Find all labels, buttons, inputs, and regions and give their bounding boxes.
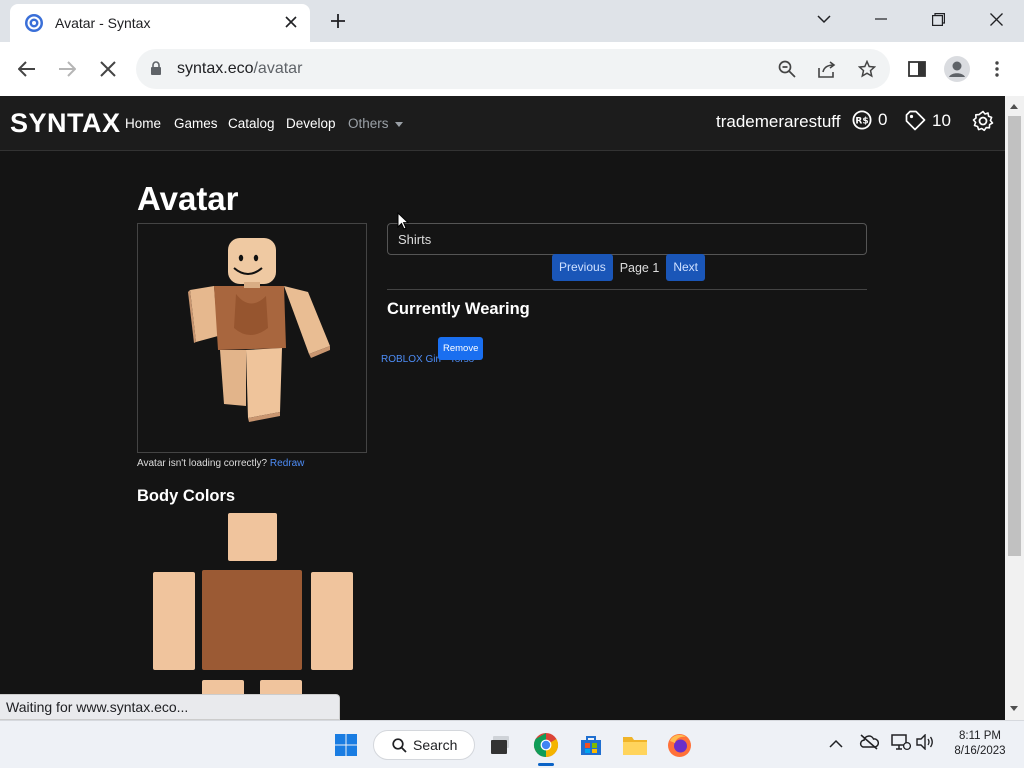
inventory-pager: Previous Page 1 Next [552,254,705,281]
nav-others-dropdown[interactable]: Others [348,116,403,131]
remove-item-button[interactable]: Remove [438,337,484,360]
mouse-cursor-icon [397,212,409,230]
page-number: Page 1 [619,260,660,275]
body-color-left-arm[interactable] [311,572,353,670]
minimize-button[interactable] [858,4,904,34]
svg-text:R$: R$ [855,117,868,127]
bookmark-star-icon[interactable] [856,58,878,80]
tab-search-chevron-icon[interactable] [801,4,847,34]
show-hidden-icons-chevron-icon[interactable] [829,735,843,753]
browser-tab[interactable]: Avatar - Syntax [10,4,310,42]
firefox-icon[interactable] [665,731,693,759]
onedrive-offline-icon[interactable] [859,734,879,755]
nav-games[interactable]: Games [174,116,218,131]
currently-wearing-title: Currently Wearing [387,300,530,318]
tab-strip: Avatar - Syntax [0,0,1024,42]
syntax-favicon-icon [25,14,43,32]
restore-button[interactable] [915,4,961,34]
section-divider [387,289,867,290]
browser-toolbar: syntax.eco/avatar [0,42,1024,96]
back-button[interactable] [13,55,41,83]
page-scrollbar[interactable] [1005,96,1024,720]
site-navbar: SYNTAX Home Games Catalog Develop Others… [0,96,1005,151]
username[interactable]: trademerarestuff [716,112,840,132]
zoom-out-icon[interactable] [776,58,798,80]
profile-avatar-icon[interactable] [943,55,971,83]
avatar-render [137,223,367,453]
clock-date: 8/16/2023 [954,745,1006,757]
share-icon[interactable] [816,58,838,80]
lock-icon[interactable] [150,61,162,76]
tickets-count: 10 [932,110,951,130]
system-clock[interactable]: 8:11 PM 8/16/2023 [942,729,1018,759]
body-color-head[interactable] [228,513,277,561]
network-icon[interactable] [891,734,912,756]
avatar-character-image [188,238,330,422]
address-bar[interactable]: syntax.eco/avatar [136,49,890,89]
url-text[interactable]: syntax.eco/avatar [177,60,302,78]
scroll-down-arrow-icon[interactable] [1010,706,1018,711]
scroll-up-arrow-icon[interactable] [1010,104,1018,109]
forward-button[interactable] [53,55,81,83]
scrollbar-thumb[interactable] [1008,116,1021,556]
body-colors-title: Body Colors [137,487,236,505]
active-app-indicator [538,763,554,766]
body-color-torso[interactable] [202,570,302,670]
site-logo[interactable]: SYNTAX [10,108,121,139]
stop-loading-button[interactable] [94,55,122,83]
close-window-button[interactable] [973,4,1019,34]
microsoft-store-icon[interactable] [577,731,605,759]
volume-icon[interactable] [916,733,934,755]
search-icon [392,737,407,753]
file-explorer-icon[interactable] [621,731,649,759]
robux-icon: R$ [852,110,872,130]
clock-time: 8:11 PM [959,730,1001,742]
previous-page-button[interactable]: Previous [552,254,613,281]
tab-title: Avatar - Syntax [55,15,151,31]
windows-start-icon[interactable] [332,731,360,759]
robux-balance[interactable]: R$ 0 [852,110,887,130]
taskbar-search[interactable]: Search [373,730,475,760]
ticket-icon [905,110,926,131]
body-color-right-arm[interactable] [153,572,195,670]
tab-close-icon[interactable] [280,12,302,34]
status-bubble: Waiting for www.syntax.eco... [0,694,340,720]
gear-icon[interactable] [972,110,994,137]
web-page: SYNTAX Home Games Catalog Develop Others… [0,96,1005,720]
browser-menu-icon[interactable] [983,55,1011,83]
redraw-link[interactable]: Redraw [270,458,304,469]
nav-develop[interactable]: Develop [286,116,336,131]
nav-home[interactable]: Home [125,116,161,131]
side-panel-icon[interactable] [903,55,931,83]
caret-down-icon [394,121,403,127]
new-tab-button[interactable] [325,8,351,34]
nav-catalog[interactable]: Catalog [228,116,275,131]
tickets-balance[interactable]: 10 [905,110,951,131]
page-title: Avatar [137,180,239,217]
robux-count: 0 [878,110,888,129]
next-page-button[interactable]: Next [666,254,705,281]
category-select[interactable]: Shirts [387,223,867,255]
task-view-icon[interactable] [487,731,515,759]
avatar-help-text: Avatar isn't loading correctly? Redraw [137,458,305,469]
chrome-taskbar-icon[interactable] [532,731,560,759]
windows-taskbar: Search 8:11 PM 8/16/2023 [0,720,1024,768]
